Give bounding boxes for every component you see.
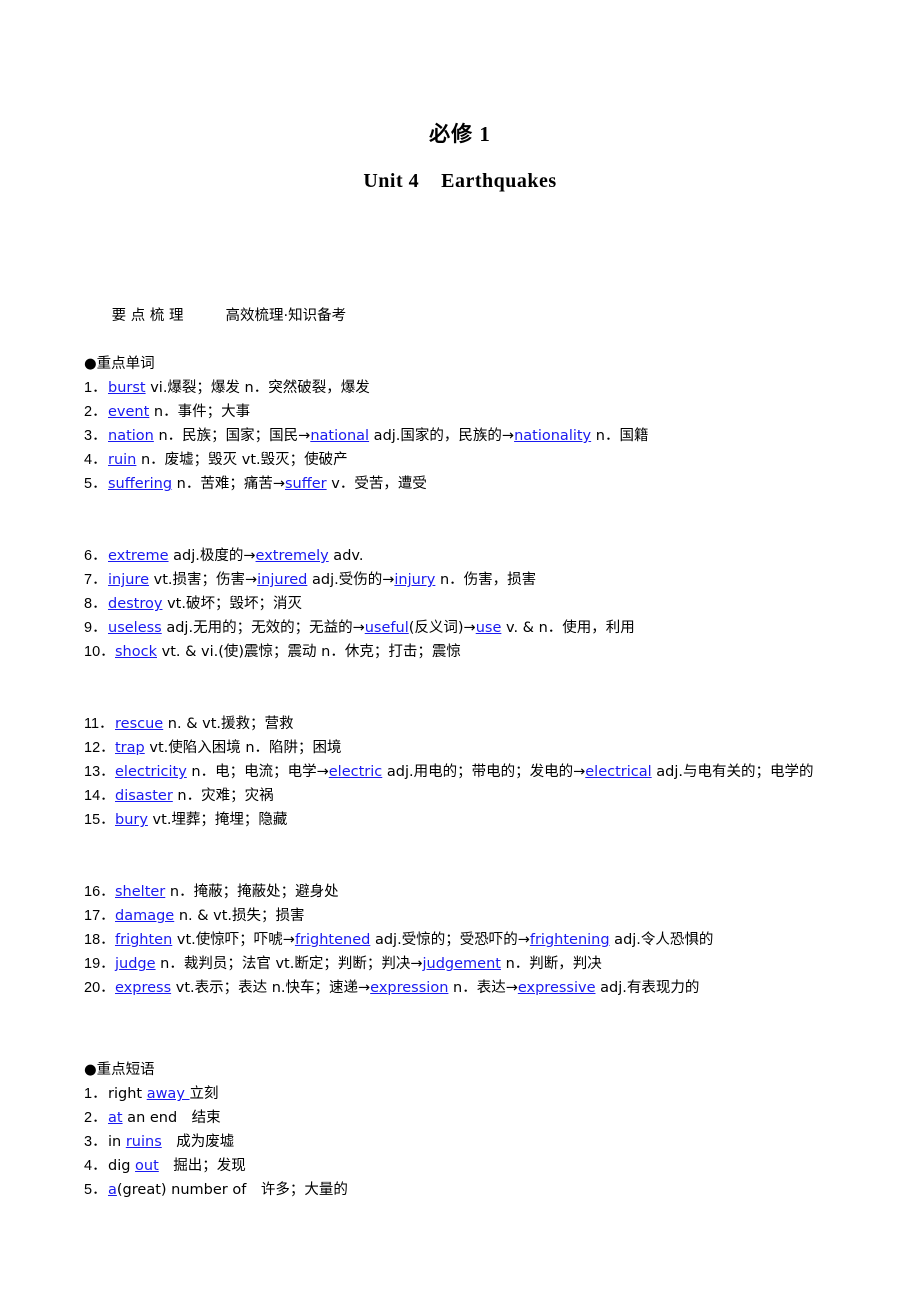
word-entry-text: bury vt.埋葬；掩埋；隐藏 <box>115 812 288 828</box>
phrase-entry-number: 2． <box>84 1110 107 1126</box>
phrase-entry-number: 3． <box>84 1134 107 1150</box>
section-header: 要 点 梳 理 高效梳理·知识备考 <box>84 280 850 352</box>
book-title: 必修 1 <box>429 122 491 146</box>
word-entry-text: shelter n．掩蔽；掩蔽处；避身处 <box>115 884 339 900</box>
word-entry-text: trap vt.使陷入困境 n．陷阱；困境 <box>115 740 342 756</box>
document-body: 要 点 梳 理高效梳理·知识备考 ●重点单词 1．burst vi.爆裂；爆发 … <box>84 280 850 1202</box>
word-entry-text: judge n．裁判员；法官 vt.断定；判断；判决→judgement n．判… <box>115 956 602 972</box>
word-entry: 18．frighten vt.使惊吓；吓唬→frightened adj.受惊的… <box>84 928 850 952</box>
word-entry: 12．trap vt.使陷入困境 n．陷阱；困境 <box>84 736 850 760</box>
word-entry: 1．burst vi.爆裂；爆发 n．突然破裂，爆发 <box>84 376 850 400</box>
words-list-group-2: 6．extreme adj.极度的→extremely adv. 7．injur… <box>84 544 850 664</box>
phrase-entry-text: a(great) number of 许多；大量的 <box>108 1182 348 1198</box>
word-entry: 6．extreme adj.极度的→extremely adv. <box>84 544 850 568</box>
word-entry-text: useless adj.无用的；无效的；无益的→useful(反义词)→use … <box>108 620 635 636</box>
phrases-list: 1．right away 立刻 2．at an end 结束 3．in ruin… <box>84 1082 850 1202</box>
word-entry: 17．damage n. & vt.损失；损害 <box>84 904 850 928</box>
word-entry-text: nation n．民族；国家；国民→national adj.国家的，民族的→n… <box>108 428 649 444</box>
word-entry: 13．electricity n．电；电流；电学→electric adj.用电… <box>84 760 850 784</box>
word-entry-number: 13． <box>84 764 115 780</box>
word-entry-text: damage n. & vt.损失；损害 <box>115 908 305 924</box>
phrase-entry-text: in ruins 成为废墟 <box>108 1134 235 1150</box>
word-entry-number: 18． <box>84 932 115 948</box>
words-list-group-3: 11．rescue n. & vt.援救；营救 12．trap vt.使陷入困境… <box>84 712 850 832</box>
word-entry-number: 7． <box>84 572 107 588</box>
word-entry: 15．bury vt.埋葬；掩埋；隐藏 <box>84 808 850 832</box>
word-entry: 2．event n．事件；大事 <box>84 400 850 424</box>
word-entry: 7．injure vt.损害；伤害→injured adj.受伤的→injury… <box>84 568 850 592</box>
word-entry-text: shock vt. & vi.(使)震惊；震动 n．休克；打击；震惊 <box>115 644 461 660</box>
word-entry: 19．judge n．裁判员；法官 vt.断定；判断；判决→judgement … <box>84 952 850 976</box>
phrase-entry: 5．a(great) number of 许多；大量的 <box>84 1178 850 1202</box>
word-entry-number: 19． <box>84 956 115 972</box>
phrase-entry-number: 4． <box>84 1158 107 1174</box>
word-entry-number: 15． <box>84 812 115 828</box>
phrase-entry-number: 5． <box>84 1182 107 1198</box>
word-entry-number: 1． <box>84 380 107 396</box>
word-entry-number: 4． <box>84 452 107 468</box>
word-entry-text: electricity n．电；电流；电学→electric adj.用电的；带… <box>115 764 814 780</box>
word-entry: 14．disaster n．灾难；灾祸 <box>84 784 850 808</box>
word-entry-text: disaster n．灾难；灾祸 <box>115 788 274 804</box>
words-section-heading: ●重点单词 <box>84 356 155 372</box>
word-entry-text: destroy vt.破坏；毁坏；消灭 <box>108 596 302 612</box>
phrase-entry-text: right away 立刻 <box>108 1086 219 1102</box>
section-header-label: 要 点 梳 理 <box>111 308 184 324</box>
word-entry-text: frighten vt.使惊吓；吓唬→frightened adj.受惊的；受恐… <box>115 932 714 948</box>
word-entry-number: 10． <box>84 644 115 660</box>
word-entry-text: express vt.表示；表达 n.快车；速递→expression n．表达… <box>115 980 700 996</box>
word-entry-text: burst vi.爆裂；爆发 n．突然破裂，爆发 <box>108 380 370 396</box>
unit-title: Unit 4 Earthquakes <box>0 170 920 193</box>
word-entry: 4．ruin n．废墟；毁灭 vt.毁灭；使破产 <box>84 448 850 472</box>
document-page: 必修 1 Unit 4 Earthquakes 要 点 梳 理高效梳理·知识备考 … <box>0 0 920 1302</box>
word-entry-number: 5． <box>84 476 107 492</box>
unit-number: Unit 4 <box>363 170 420 192</box>
word-entry-text: rescue n. & vt.援救；营救 <box>115 716 294 732</box>
word-entry: 10．shock vt. & vi.(使)震惊；震动 n．休克；打击；震惊 <box>84 640 850 664</box>
word-entry-number: 9． <box>84 620 107 636</box>
words-list-group-4: 16．shelter n．掩蔽；掩蔽处；避身处 17．damage n. & v… <box>84 880 850 1000</box>
word-entry-text: ruin n．废墟；毁灭 vt.毁灭；使破产 <box>108 452 348 468</box>
word-entry-text: injure vt.损害；伤害→injured adj.受伤的→injury n… <box>108 572 537 588</box>
word-entry-number: 3． <box>84 428 107 444</box>
word-entry-number: 20． <box>84 980 115 996</box>
word-entry-number: 17． <box>84 908 115 924</box>
word-entry-number: 2． <box>84 404 107 420</box>
section-header-subtitle: 高效梳理·知识备考 <box>225 308 347 324</box>
phrase-entry: 3．in ruins 成为废墟 <box>84 1130 850 1154</box>
word-entry: 11．rescue n. & vt.援救；营救 <box>84 712 850 736</box>
word-entry-number: 8． <box>84 596 107 612</box>
word-entry-text: event n．事件；大事 <box>108 404 251 420</box>
word-entry-number: 16． <box>84 884 115 900</box>
phrase-entry-number: 1． <box>84 1086 107 1102</box>
word-entry: 16．shelter n．掩蔽；掩蔽处；避身处 <box>84 880 850 904</box>
phrase-entry: 1．right away 立刻 <box>84 1082 850 1106</box>
word-entry: 3．nation n．民族；国家；国民→national adj.国家的，民族的… <box>84 424 850 448</box>
word-entry-number: 12． <box>84 740 115 756</box>
word-entry-number: 6． <box>84 548 107 564</box>
word-entry-text: suffering n．苦难；痛苦→suffer v．受苦，遭受 <box>108 476 427 492</box>
word-entry: 5．suffering n．苦难；痛苦→suffer v．受苦，遭受 <box>84 472 850 496</box>
word-entry-number: 14． <box>84 788 115 804</box>
phrase-entry: 4．dig out 掘出；发现 <box>84 1154 850 1178</box>
phrase-entry-text: at an end 结束 <box>108 1110 221 1126</box>
word-entry-number: 11． <box>84 716 114 732</box>
phrases-section-heading: ●重点短语 <box>84 1062 155 1078</box>
word-entry: 20．express vt.表示；表达 n.快车；速递→expression n… <box>84 976 850 1000</box>
unit-name: Earthquakes <box>441 170 557 192</box>
phrase-entry-text: dig out 掘出；发现 <box>108 1158 246 1174</box>
words-list-group-1: 1．burst vi.爆裂；爆发 n．突然破裂，爆发 2．event n．事件；… <box>84 376 850 496</box>
word-entry: 9．useless adj.无用的；无效的；无益的→useful(反义词)→us… <box>84 616 850 640</box>
word-entry-text: extreme adj.极度的→extremely adv. <box>108 548 364 564</box>
phrase-entry: 2．at an end 结束 <box>84 1106 850 1130</box>
word-entry: 8．destroy vt.破坏；毁坏；消灭 <box>84 592 850 616</box>
